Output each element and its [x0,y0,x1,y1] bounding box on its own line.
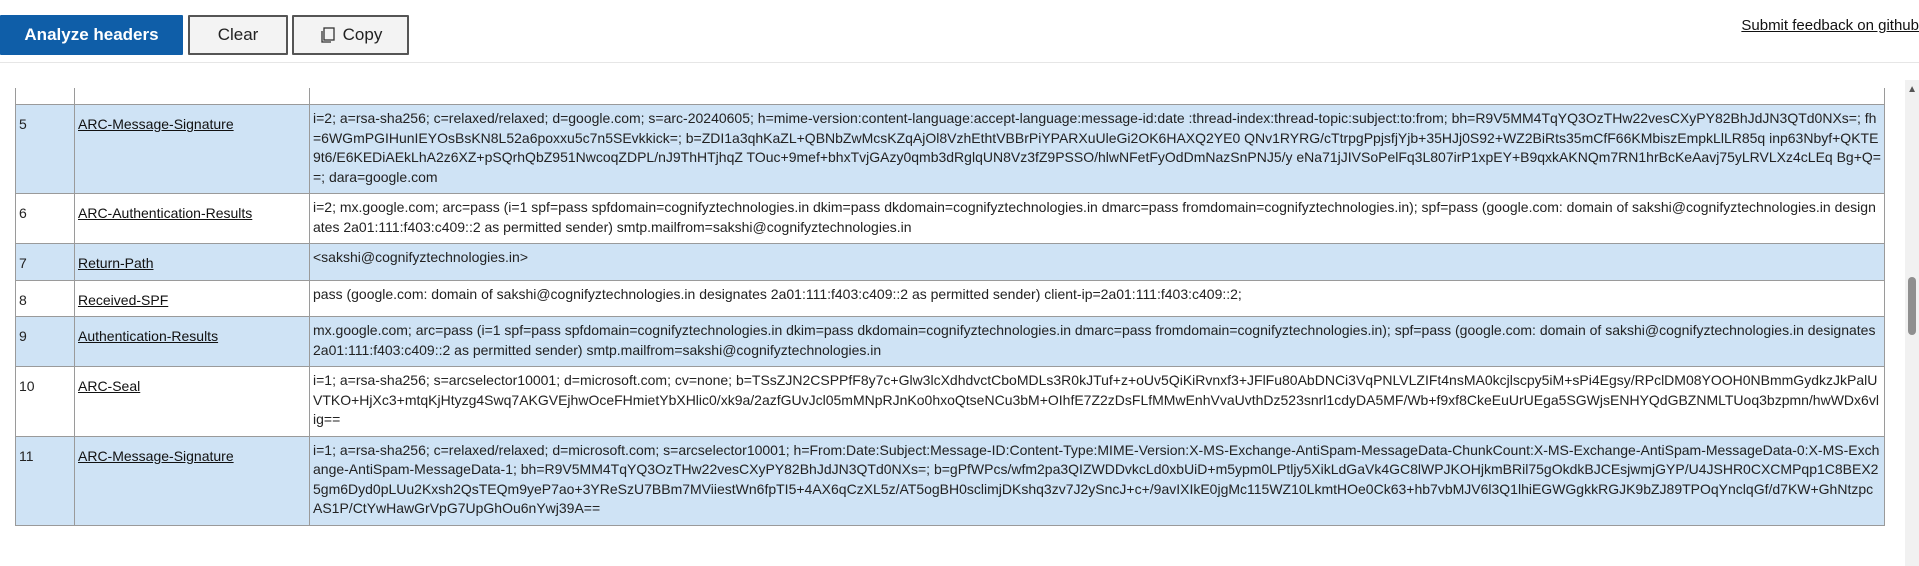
row-number: 11 [15,435,75,526]
headers-table: 5 ARC-Message-Signature i=2; a=rsa-sha256;… [15,88,1885,526]
header-name-link[interactable]: ARC-Message-Signature [78,448,234,464]
header-name-link[interactable]: ARC-Authentication-Results [78,205,252,221]
header-value: <sakshi@cognifyztechnologies.in> [309,243,1885,281]
header-value: mx.google.com; arc=pass (i=1 spf=pass sp… [309,316,1885,367]
header-name-link[interactable]: Return-Path [78,255,153,271]
header-name-link[interactable]: Received-SPF [78,292,168,308]
header-name-link[interactable]: ARC-Seal [78,378,140,394]
header-name-cell: ARC-Authentication-Results [74,193,310,244]
table-row: 5 ARC-Message-Signature i=2; a=rsa-sha256;… [15,104,1885,194]
row-number: 5 [15,104,75,194]
header-name-cell: ARC-Seal [74,366,310,437]
header-results-panel: 5 ARC-Message-Signature i=2; a=rsa-sha256;… [0,62,1905,566]
clear-button[interactable]: Clear [188,15,288,55]
table-row: 6 ARC-Authentication-Results i=2; mx.googl… [15,193,1885,244]
header-name-cell: Return-Path [74,243,310,281]
row-number: 9 [15,316,75,367]
header-value: i=2; a=rsa-sha256; c=relaxed/relaxed; d=… [309,104,1885,194]
row-number: 6 [15,193,75,244]
copy-icon [319,26,337,44]
toolbar: Analyze headers Clear Copy Submit feedba… [0,0,1919,63]
header-name-link[interactable]: ARC-Message-Signature [78,116,234,132]
header-name-cell [74,88,310,105]
table-row: 10 ARC-Seal i=1; a=rsa-sha256; s=arcselect… [15,366,1885,437]
header-value: i=1; a=rsa-sha256; s=arcselector10001; d… [309,366,1885,437]
header-name-cell: ARC-Message-Signature [74,104,310,194]
header-value [309,88,1885,105]
scroll-up-arrow-icon[interactable]: ▲ [1907,84,1917,95]
header-name-cell: Authentication-Results [74,316,310,367]
scrollbar-thumb[interactable] [1908,277,1916,335]
header-name-cell: ARC-Message-Signature [74,435,310,526]
table-row: 7 Return-Path <sakshi@cognifyztechnologies… [15,243,1885,281]
header-value: i=2; mx.google.com; arc=pass (i=1 spf=pa… [309,193,1885,244]
copy-button[interactable]: Copy [292,15,409,55]
header-name-cell: Received-SPF [74,279,310,317]
row-number: 8 [15,279,75,317]
header-value: pass (google.com: domain of sakshi@cogni… [309,279,1885,317]
analyze-headers-button[interactable]: Analyze headers [0,15,183,55]
header-name-link[interactable]: Authentication-Results [78,328,218,344]
table-row [15,88,1885,105]
row-number: 10 [15,366,75,437]
table-row: 11 ARC-Message-Signature i=1; a=rsa-sha256… [15,435,1885,526]
row-number: 7 [15,243,75,281]
table-row: 9 Authentication-Results mx.google.com; ar… [15,316,1885,367]
table-row: 8 Received-SPF pass (google.com: domain of… [15,279,1885,317]
header-value: i=1; a=rsa-sha256; c=relaxed/relaxed; d=… [309,435,1885,526]
copy-button-label: Copy [342,25,383,44]
submit-feedback-link[interactable]: Submit feedback on github [1741,17,1919,34]
row-number [15,88,75,105]
